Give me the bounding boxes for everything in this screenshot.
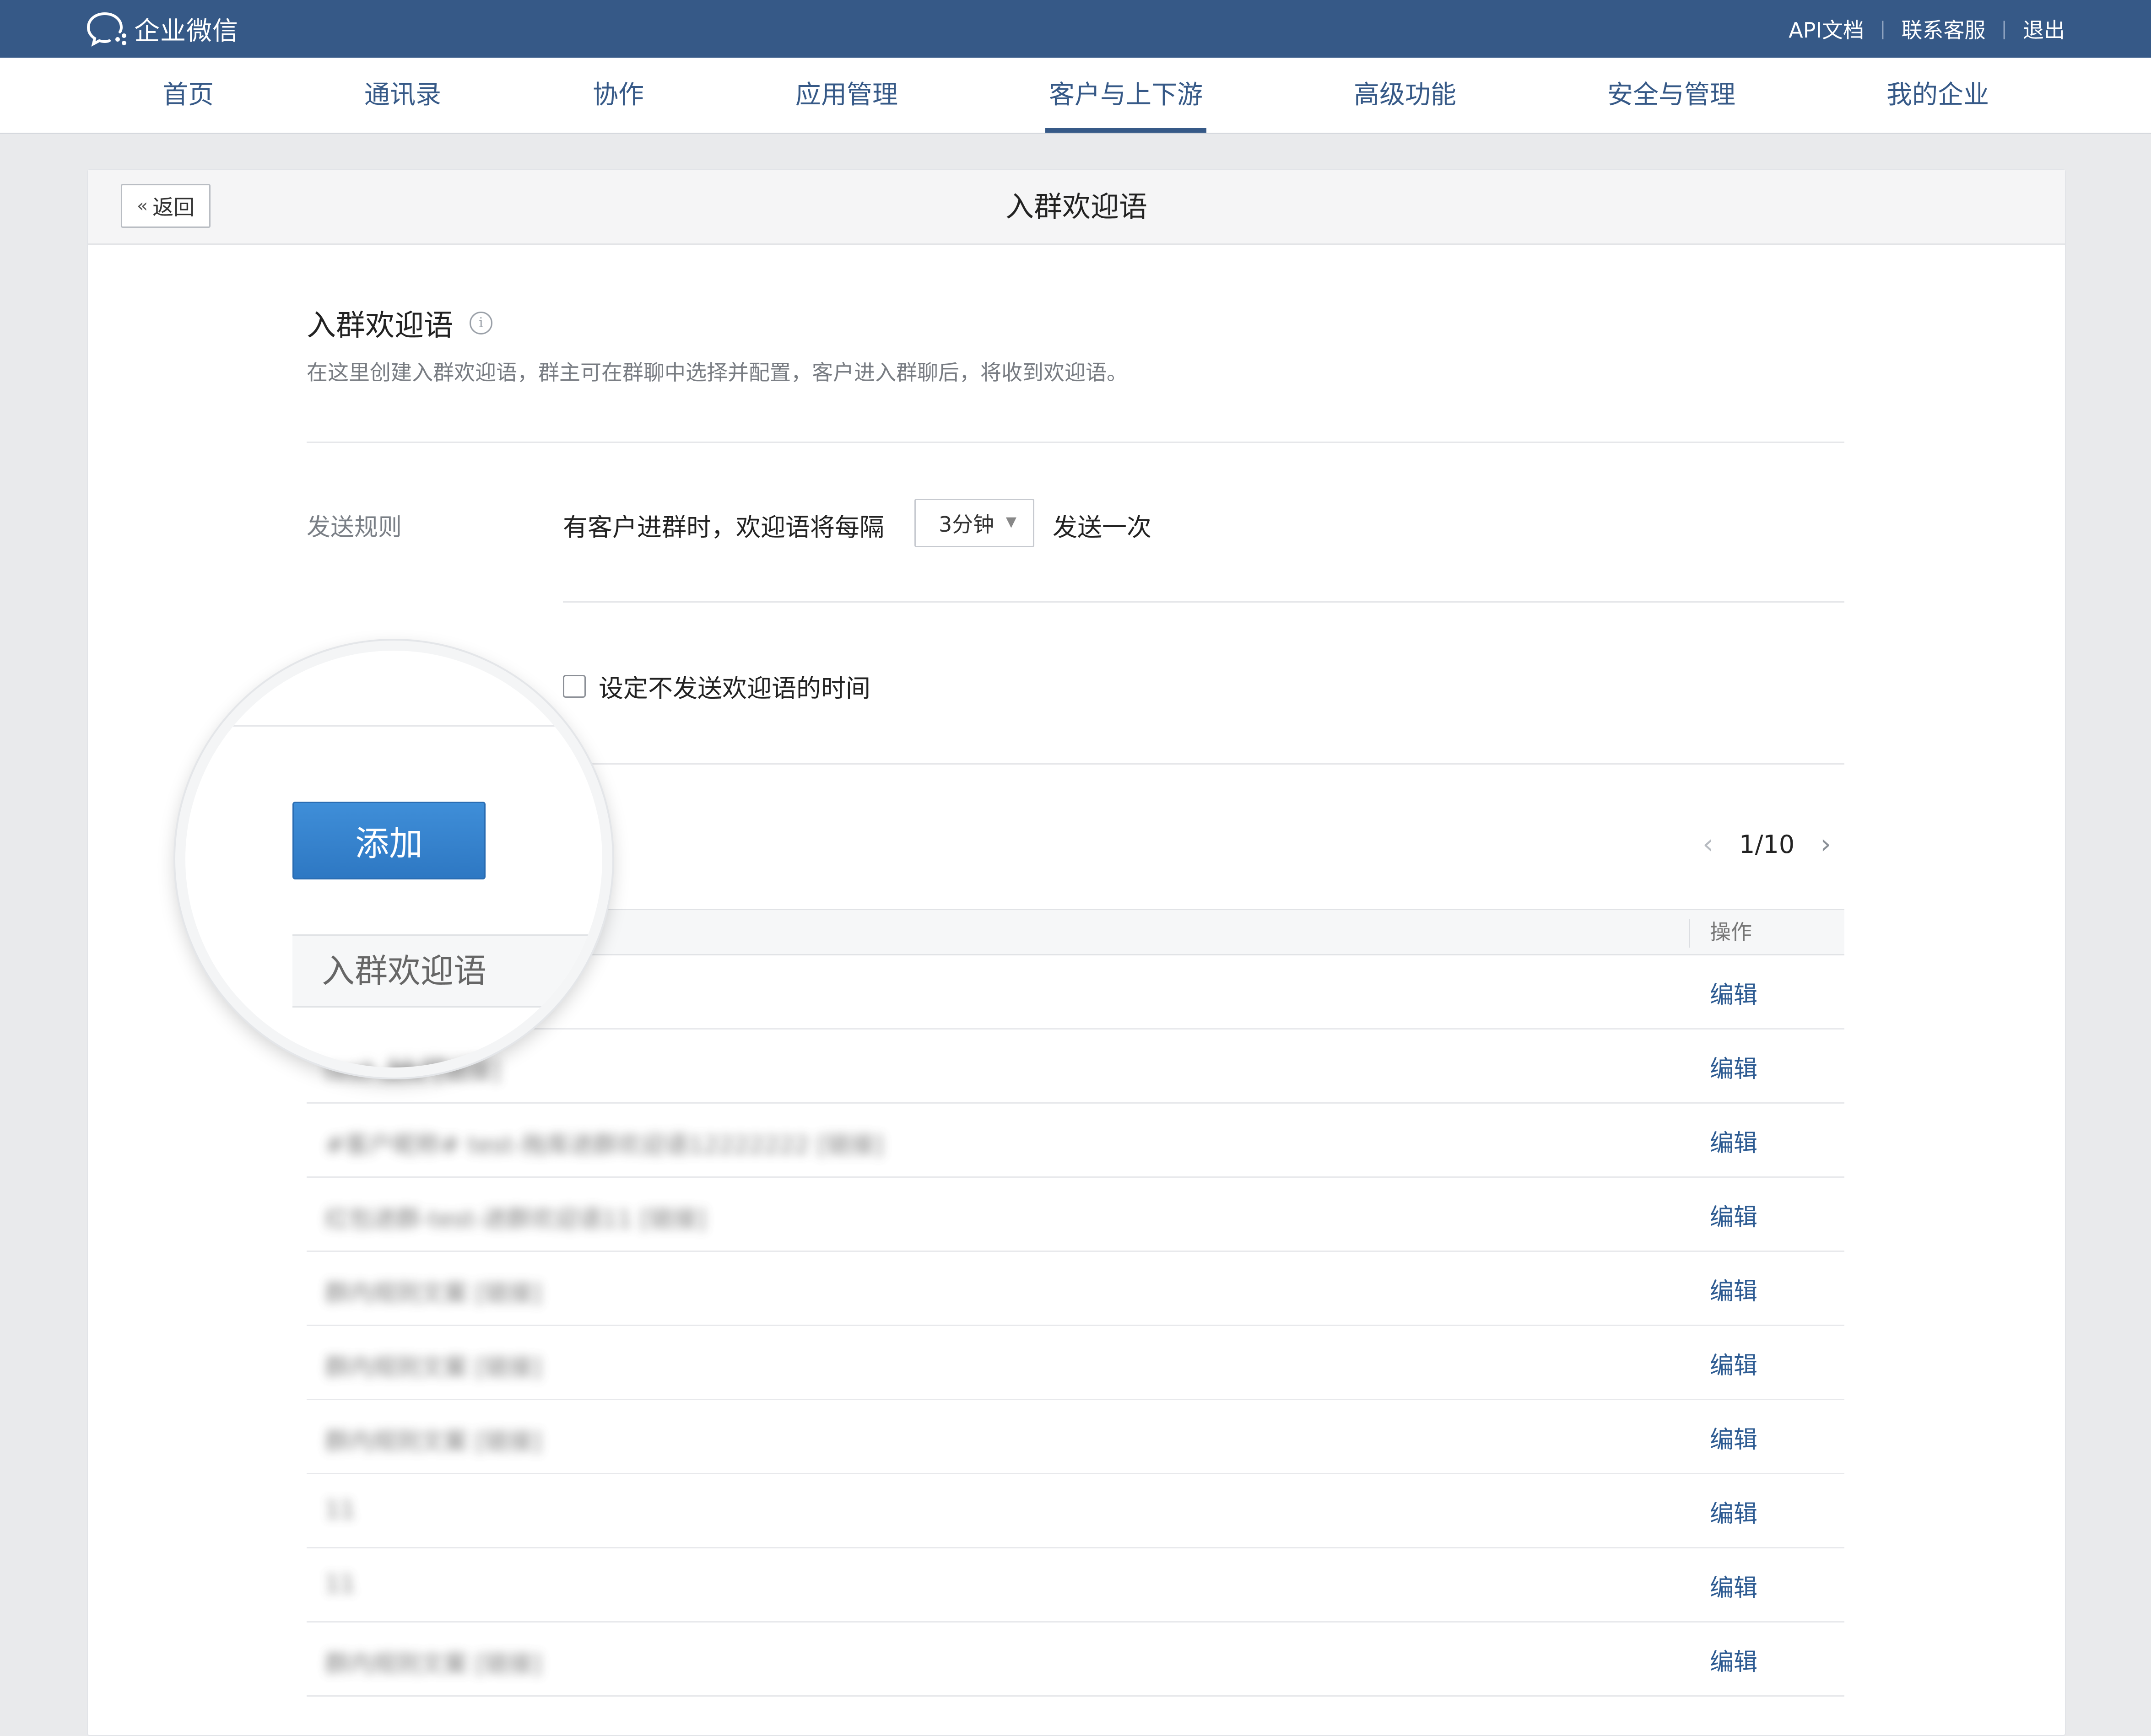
page-indicator: 1/10 bbox=[1739, 830, 1795, 859]
interval-select-value: 3分钟 bbox=[939, 512, 994, 537]
row-name: 11 bbox=[325, 1496, 356, 1524]
nav-security-management[interactable]: 安全与管理 bbox=[1607, 58, 1735, 133]
nav-advanced-features[interactable]: 高级功能 bbox=[1354, 58, 1456, 133]
edit-link[interactable]: 编辑 bbox=[1710, 1272, 1757, 1306]
chevron-right-icon[interactable]: › bbox=[1820, 828, 1831, 860]
row-name: #客户昵称# test-拖库进群欢迎语12222222 [链接] bbox=[325, 1132, 884, 1159]
divider bbox=[563, 601, 1844, 603]
nav-my-enterprise[interactable]: 我的企业 bbox=[1886, 58, 1989, 133]
edit-link[interactable]: 编辑 bbox=[1710, 1569, 1757, 1603]
edit-link[interactable]: 编辑 bbox=[1710, 1643, 1757, 1677]
interval-select[interactable]: 3分钟 ▼ bbox=[914, 499, 1034, 547]
no-send-time-checkbox[interactable] bbox=[563, 674, 586, 698]
nav-home[interactable]: 首页 bbox=[162, 58, 214, 133]
table-row: 群内规则文案 [链接] 编辑 bbox=[307, 1252, 1844, 1326]
column-divider bbox=[1689, 919, 1690, 948]
send-rule-text: 有客户进群时，欢迎语将每隔 bbox=[563, 513, 884, 542]
table-row: 群内规则文案 [链接] 编辑 bbox=[307, 1623, 1844, 1697]
table-row: #客户昵称# test-拖库进群欢迎语12222222 [链接] 编辑 bbox=[307, 1104, 1844, 1178]
brand-logo[interactable]: 企业微信 bbox=[85, 10, 238, 48]
table-row: 11 编辑 bbox=[307, 1548, 1844, 1623]
brand-name: 企业微信 bbox=[134, 16, 238, 46]
divider bbox=[307, 442, 1844, 443]
main-nav: 首页 通讯录 协作 应用管理 客户与上下游 高级功能 安全与管理 我的企业 bbox=[0, 58, 2151, 134]
pagination: ‹ 1/10 › bbox=[1702, 828, 1831, 860]
table-row: 11 编辑 bbox=[307, 1474, 1844, 1548]
section-title-text: 入群欢迎语 bbox=[307, 309, 453, 343]
divider bbox=[185, 725, 602, 727]
edit-link[interactable]: 编辑 bbox=[1710, 976, 1757, 1010]
edit-link[interactable]: 编辑 bbox=[1710, 1420, 1757, 1455]
separator: | bbox=[1880, 18, 1886, 39]
magnifier-callout: 添加 入群欢迎语 test-抽奖活动 [链接] bbox=[175, 641, 612, 1078]
page-title: 入群欢迎语 bbox=[1005, 190, 1147, 223]
edit-link[interactable]: 编辑 bbox=[1710, 1198, 1757, 1232]
caret-down-icon: ▼ bbox=[1005, 514, 1016, 530]
row-name: 群内规则文案 [链接] bbox=[325, 1650, 542, 1678]
divider bbox=[563, 763, 1844, 765]
nav-app-management[interactable]: 应用管理 bbox=[795, 58, 898, 133]
send-rule-suffix: 发送一次 bbox=[1053, 513, 1151, 542]
api-docs-link[interactable]: API文档 bbox=[1789, 14, 1864, 44]
logout-link[interactable]: 退出 bbox=[2023, 14, 2065, 44]
edit-link[interactable]: 编辑 bbox=[1710, 1124, 1757, 1158]
chevron-left-icon[interactable]: ‹ bbox=[1702, 828, 1713, 860]
nav-collaboration[interactable]: 协作 bbox=[593, 58, 644, 133]
row-name: 红包进群-test-进群欢迎语11 [链接] bbox=[325, 1206, 706, 1233]
card-header: « 返回 入群欢迎语 bbox=[88, 170, 2065, 245]
nav-customers-partners[interactable]: 客户与上下游 bbox=[1045, 58, 1206, 133]
table-header-zoomed: 入群欢迎语 bbox=[292, 934, 602, 1008]
table-row: 群内规则文案 [链接] 编辑 bbox=[307, 1326, 1844, 1400]
wecom-chat-logo-icon bbox=[86, 12, 126, 47]
edit-link[interactable]: 编辑 bbox=[1710, 1346, 1757, 1380]
send-rule-label: 发送规则 bbox=[307, 514, 402, 541]
info-circle-icon[interactable]: i bbox=[470, 312, 492, 334]
row-name: 群内规则文案 [链接] bbox=[325, 1354, 542, 1381]
top-links: API文档 | 联系客服 | 退出 bbox=[1789, 14, 2065, 44]
column-header-action: 操作 bbox=[1710, 920, 1752, 944]
top-bar: 企业微信 API文档 | 联系客服 | 退出 bbox=[0, 0, 2151, 58]
edit-link[interactable]: 编辑 bbox=[1710, 1050, 1757, 1084]
section-description: 在这里创建入群欢迎语，群主可在群聊中选择并配置，客户进入群聊后，将收到欢迎语。 bbox=[307, 360, 1128, 385]
table-row: 群内规则文案 [链接] 编辑 bbox=[307, 1400, 1844, 1474]
add-button[interactable]: 添加 bbox=[292, 802, 486, 879]
separator: | bbox=[2001, 18, 2007, 39]
no-send-time-option[interactable]: 设定不发送欢迎语的时间 bbox=[563, 668, 870, 704]
section-title: 入群欢迎语 i bbox=[307, 302, 492, 344]
row-name: 群内规则文案 [链接] bbox=[325, 1280, 542, 1307]
contact-support-link[interactable]: 联系客服 bbox=[1902, 14, 1986, 44]
column-header-name: 入群欢迎语 bbox=[322, 952, 487, 990]
row-name: 群内规则文案 [链接] bbox=[325, 1428, 542, 1456]
no-send-time-label: 设定不发送欢迎语的时间 bbox=[599, 674, 870, 703]
row-name: 11 bbox=[325, 1570, 356, 1598]
edit-link[interactable]: 编辑 bbox=[1710, 1494, 1757, 1529]
nav-contacts[interactable]: 通讯录 bbox=[364, 58, 442, 133]
table-row: 红包进群-test-进群欢迎语11 [链接] 编辑 bbox=[307, 1178, 1844, 1252]
